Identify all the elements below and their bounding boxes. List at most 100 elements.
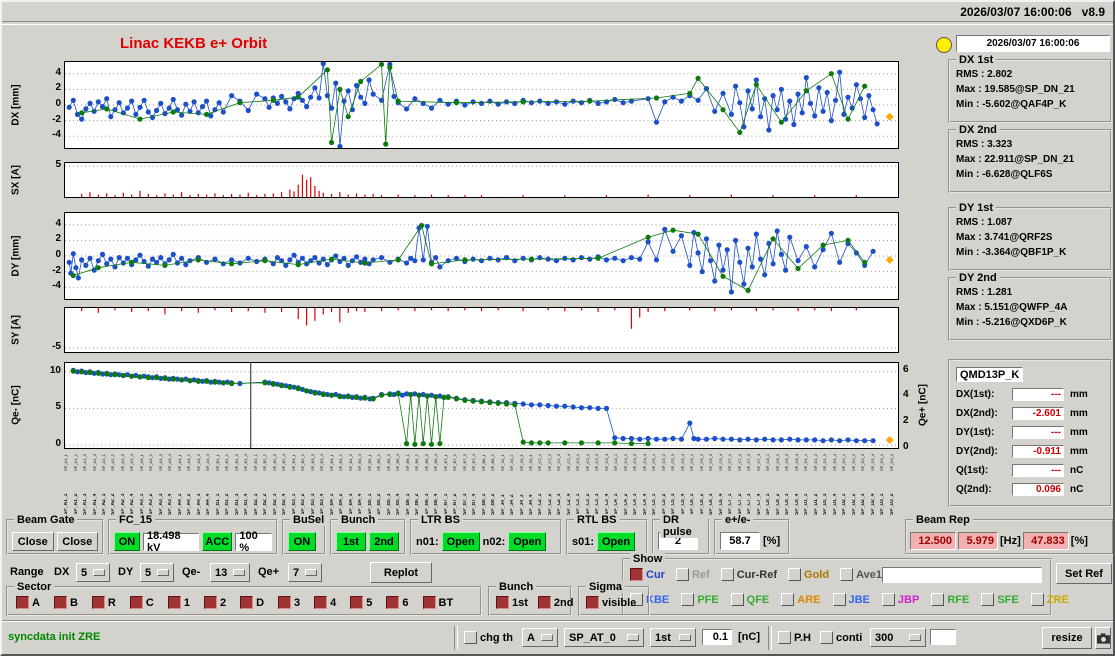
range-dy-select[interactable]: 5 <box>140 563 174 582</box>
selected-monitor-name[interactable]: QMD13P_K <box>956 367 1024 382</box>
range-qe-plus-select[interactable]: 7 <box>288 563 322 582</box>
plot-sy[interactable] <box>64 307 899 353</box>
resize-button[interactable]: resize <box>1042 627 1092 649</box>
checkbox[interactable] <box>314 596 328 609</box>
checkbox[interactable] <box>496 596 509 609</box>
checkbox[interactable] <box>16 596 29 609</box>
checkbox[interactable] <box>720 568 734 581</box>
checkbox[interactable] <box>788 568 802 581</box>
checkbox[interactable] <box>240 596 254 609</box>
monitor-tick-label: SP_A3_1 <box>139 454 144 471</box>
checkbox-item-bt[interactable]: BT <box>422 596 453 609</box>
checkbox-item-2nd[interactable]: 2nd <box>537 596 573 609</box>
conti-checkbox-item[interactable]: conti <box>820 631 862 644</box>
checkbox-item-r[interactable]: R <box>91 596 116 609</box>
beam-gate-close-button-2[interactable]: Close <box>56 532 98 551</box>
checkbox-item-rfe[interactable]: RFE <box>931 593 969 606</box>
checkbox-item-3[interactable]: 3 <box>278 596 300 609</box>
checkbox-item-cur-ref[interactable]: Cur-Ref <box>720 568 777 581</box>
snapshot-button[interactable] <box>1095 627 1111 649</box>
checkbox[interactable] <box>350 596 364 609</box>
checkbox[interactable] <box>1030 593 1044 606</box>
bunch-mode-select[interactable]: 1st <box>650 628 696 647</box>
checkbox[interactable] <box>537 596 551 609</box>
stat-group-dy-1st: DY 1st RMS : 1.087 Max : 3.741@QRF2S Min… <box>948 202 1112 271</box>
checkbox[interactable] <box>730 593 744 606</box>
checkbox[interactable] <box>422 596 436 609</box>
checkbox-item-pfe[interactable]: PFE <box>681 593 719 606</box>
checkbox-item-1[interactable]: 1 <box>167 596 190 609</box>
checkbox[interactable] <box>630 568 643 581</box>
checkbox[interactable] <box>464 631 477 644</box>
s01-open-button[interactable]: Open <box>597 532 636 551</box>
plot-qe[interactable] <box>64 362 899 449</box>
checkbox[interactable] <box>91 596 105 609</box>
plot-sx[interactable] <box>64 162 899 198</box>
checkbox-item-2[interactable]: 2 <box>203 596 226 609</box>
range-dx-select[interactable]: 5 <box>76 563 110 582</box>
checkbox-item-jbp[interactable]: JBP <box>881 593 919 606</box>
interval-select[interactable]: 300 <box>870 628 926 647</box>
monitor-row-value: --- <box>1012 464 1064 477</box>
checkbox[interactable] <box>681 593 695 606</box>
checkbox-item-jbe[interactable]: JBE <box>832 593 870 606</box>
monitor-tick-label: SP_B3_4 <box>320 493 326 515</box>
ref-file-input[interactable] <box>882 567 1042 583</box>
n01-open-button[interactable]: Open <box>441 532 480 551</box>
checkbox-item-qfe[interactable]: QFE <box>730 593 769 606</box>
chg-th-checkbox-item[interactable]: chg th <box>464 631 513 644</box>
checkbox-item-sfe[interactable]: SFE <box>981 593 1019 606</box>
checkbox-item-gold[interactable]: Gold <box>788 568 829 581</box>
checkbox[interactable] <box>203 596 217 609</box>
checkbox-item-c[interactable]: C <box>129 596 154 609</box>
bunch-2nd-button[interactable]: 2nd <box>369 532 399 551</box>
checkbox[interactable] <box>129 596 143 609</box>
replot-button[interactable]: Replot <box>370 562 432 583</box>
ph-checkbox-item[interactable]: P.H <box>778 631 811 644</box>
checkbox-item-5[interactable]: 5 <box>350 596 372 609</box>
checkbox[interactable] <box>931 593 945 606</box>
sector-select[interactable]: A <box>522 628 558 647</box>
threshold-field[interactable]: 0.1 <box>702 629 732 645</box>
checkbox[interactable] <box>586 596 599 609</box>
checkbox[interactable] <box>840 568 854 581</box>
busel-on-button[interactable]: ON <box>288 532 316 551</box>
checkbox-item-ref[interactable]: Ref <box>675 568 710 581</box>
checkbox-item-a[interactable]: A <box>16 596 40 609</box>
checkbox-item-b[interactable]: B <box>53 596 78 609</box>
range-qe-minus-select[interactable]: 13 <box>210 563 250 582</box>
bunch-1st-button[interactable]: 1st <box>336 532 366 551</box>
fc15-on-button[interactable]: ON <box>114 532 140 551</box>
checkbox-item-d[interactable]: D <box>240 596 264 609</box>
checkbox[interactable] <box>53 596 67 609</box>
checkbox[interactable] <box>832 593 846 606</box>
checkbox[interactable] <box>881 593 895 606</box>
checkbox-item-cur[interactable]: Cur <box>630 568 665 581</box>
checkbox-item-zre[interactable]: ZRE <box>1030 593 1069 606</box>
checkbox[interactable] <box>778 631 791 644</box>
checkbox-item-6[interactable]: 6 <box>386 596 409 609</box>
monitor-select[interactable]: SP_AT_0 <box>564 628 644 647</box>
checkbox-item-ave10[interactable]: Ave10 <box>840 568 888 581</box>
checkbox[interactable] <box>167 596 181 609</box>
monitor-tick-label: SP_D1_1 <box>804 453 809 471</box>
checkbox-item-4[interactable]: 4 <box>314 596 336 609</box>
n02-open-button[interactable]: Open <box>508 532 547 551</box>
checkbox[interactable] <box>781 593 795 606</box>
plot-dy[interactable] <box>64 212 899 300</box>
set-ref-button[interactable]: Set Ref <box>1056 563 1112 584</box>
checkbox[interactable] <box>981 593 995 606</box>
monitor-tick-label: SP_34_4 <box>528 454 533 471</box>
checkbox-item-1st[interactable]: 1st <box>496 596 528 609</box>
beam-gate-close-button-1[interactable]: Close <box>12 532 54 551</box>
checkbox-item-are[interactable]: ARE <box>781 593 821 606</box>
checkbox-item-visible[interactable]: visible <box>586 596 636 609</box>
checkbox[interactable] <box>675 568 689 581</box>
checkbox[interactable] <box>278 596 292 609</box>
blank-field[interactable] <box>930 629 956 645</box>
checkbox[interactable] <box>820 631 833 644</box>
fc15-acc-button[interactable]: ACC <box>202 532 233 551</box>
y-tick-label: -4 <box>52 280 61 292</box>
checkbox[interactable] <box>386 596 400 609</box>
plot-dx[interactable] <box>64 61 899 149</box>
